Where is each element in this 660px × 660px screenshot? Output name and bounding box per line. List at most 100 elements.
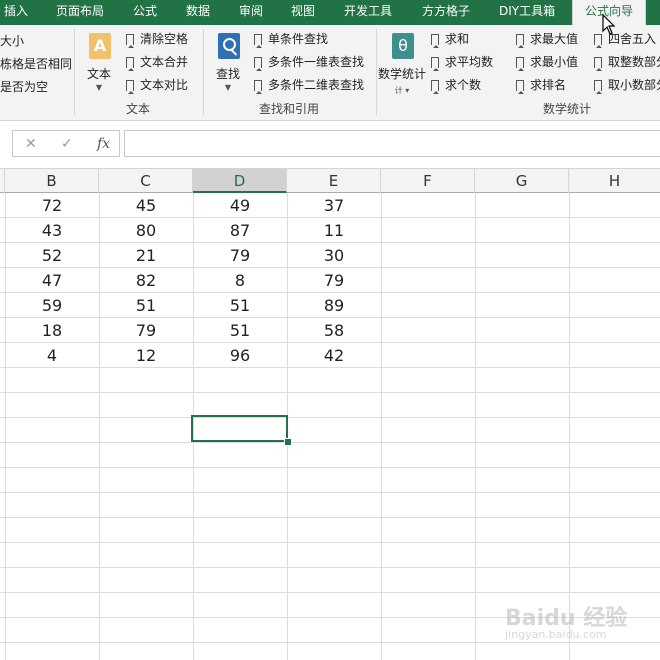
bookmark-icon — [254, 80, 262, 94]
cell-e1[interactable]: 37 — [287, 193, 381, 218]
cell-e5[interactable]: 89 — [287, 293, 381, 318]
cell-b3[interactable]: 52 — [5, 243, 99, 268]
tab-page-layout[interactable]: 页面布局 — [56, 0, 104, 25]
tab-fangfang-gezi[interactable]: 方方格子 — [422, 0, 470, 25]
cell-grid[interactable]: 72 45 49 37 43 80 87 11 52 21 79 30 47 8… — [0, 193, 660, 660]
bookmark-icon — [594, 80, 602, 94]
lookup-group-label: 查找和引用 — [259, 102, 320, 116]
multi-condition-1d-lookup-button[interactable]: 多条件一维表查找 — [254, 53, 364, 71]
tab-formulas[interactable]: 公式 — [133, 0, 157, 25]
cell-d3[interactable]: 79 — [193, 243, 287, 268]
text-big-button[interactable]: A 文本 ▼ — [79, 31, 119, 93]
ribbon-item-same-cell[interactable]: 栋格是否相同 — [0, 55, 72, 72]
bookmark-icon — [126, 80, 134, 94]
column-header-c[interactable]: C — [99, 169, 193, 193]
cell-c3[interactable]: 21 — [99, 243, 193, 268]
cell-c7[interactable]: 12 — [99, 343, 193, 368]
cell-b5[interactable]: 59 — [5, 293, 99, 318]
cancel-icon[interactable]: ✕ — [25, 136, 37, 152]
column-header-b[interactable]: B — [5, 169, 99, 193]
average-label: 求平均数 — [445, 55, 494, 69]
tab-insert[interactable]: 插入 — [4, 0, 28, 25]
cell-e6[interactable]: 58 — [287, 318, 381, 343]
insert-function-icon[interactable]: fx — [97, 136, 110, 152]
cell-b1[interactable]: 72 — [5, 193, 99, 218]
max-button[interactable]: 求最大值 — [516, 30, 578, 48]
lookup-dropdown-caret: ▼ — [224, 83, 232, 92]
bookmark-icon — [431, 57, 439, 71]
tab-view[interactable]: 视图 — [291, 0, 315, 25]
cell-c6[interactable]: 79 — [99, 318, 193, 343]
sum-label: 求和 — [445, 32, 470, 46]
text-merge-label: 文本合并 — [140, 55, 189, 69]
cell-d4[interactable]: 8 — [193, 268, 287, 293]
cell-d5[interactable]: 51 — [193, 293, 287, 318]
sum-button[interactable]: 求和 — [431, 30, 469, 48]
bookmark-icon — [126, 57, 134, 71]
bookmark-icon — [594, 57, 602, 71]
lookup-big-label: 查找 — [215, 67, 240, 81]
enter-icon[interactable]: ✓ — [61, 136, 73, 152]
cell-d2[interactable]: 87 — [193, 218, 287, 243]
cell-c4[interactable]: 82 — [99, 268, 193, 293]
math-stats-big-button[interactable]: θ 数学统计 计 ▾ — [378, 31, 426, 95]
cell-d1[interactable]: 49 — [193, 193, 287, 218]
tab-diy-toolbox[interactable]: DIY工具箱 — [499, 0, 555, 25]
multi-condition-2d-lookup-button[interactable]: 多条件二维表查找 — [254, 76, 364, 94]
integer-part-button[interactable]: 取整数部分 — [594, 53, 660, 71]
text-dropdown-caret: ▼ — [95, 83, 103, 92]
average-button[interactable]: 求平均数 — [431, 53, 493, 71]
lookup-big-button[interactable]: 查找 ▼ — [208, 31, 248, 93]
count-label: 求个数 — [445, 78, 482, 92]
cell-b7[interactable]: 4 — [5, 343, 99, 368]
bookmark-icon — [254, 34, 262, 48]
tab-data[interactable]: 数据 — [186, 0, 210, 25]
cell-b6[interactable]: 18 — [5, 318, 99, 343]
tab-review[interactable]: 审阅 — [239, 0, 263, 25]
clear-spaces-button[interactable]: 清除空格 — [126, 30, 188, 48]
bookmark-icon — [431, 34, 439, 48]
text-icon: A — [89, 33, 111, 59]
ribbon-item-size[interactable]: 大小 — [0, 32, 24, 49]
column-header-h[interactable]: H — [569, 169, 660, 193]
cell-e3[interactable]: 30 — [287, 243, 381, 268]
cell-e7[interactable]: 42 — [287, 343, 381, 368]
single-condition-lookup-button[interactable]: 单条件查找 — [254, 30, 328, 48]
grid-line — [381, 193, 382, 660]
text-merge-button[interactable]: 文本合并 — [126, 53, 188, 71]
min-label: 求最小值 — [530, 55, 579, 69]
rank-label: 求排名 — [530, 78, 567, 92]
bookmark-icon — [516, 34, 524, 48]
decimal-part-label: 取小数部分 — [608, 78, 660, 92]
column-header-d[interactable]: D — [193, 169, 287, 193]
column-header-g[interactable]: G — [475, 169, 569, 193]
formula-input[interactable] — [124, 130, 660, 157]
ribbon-tab-bar: 插入 页面布局 公式 数据 审阅 视图 开发工具 方方格子 DIY工具箱 公式向… — [0, 0, 660, 26]
cell-c1[interactable]: 45 — [99, 193, 193, 218]
column-headers: B C D E F G H — [0, 168, 660, 193]
cell-b2[interactable]: 43 — [5, 218, 99, 243]
bookmark-icon — [516, 57, 524, 71]
cell-e2[interactable]: 11 — [287, 218, 381, 243]
column-header-e[interactable]: E — [287, 169, 381, 193]
cell-c5[interactable]: 51 — [99, 293, 193, 318]
cell-c2[interactable]: 80 — [99, 218, 193, 243]
tab-developer[interactable]: 开发工具 — [344, 0, 392, 25]
min-button[interactable]: 求最小值 — [516, 53, 578, 71]
grid-line — [475, 193, 476, 660]
cell-b4[interactable]: 47 — [5, 268, 99, 293]
ribbon-item-is-empty[interactable]: 是否为空 — [0, 78, 48, 95]
cell-e4[interactable]: 79 — [287, 268, 381, 293]
single-condition-lookup-label: 单条件查找 — [268, 32, 329, 46]
decimal-part-button[interactable]: 取小数部分 — [594, 76, 660, 94]
baidu-watermark: Baidu 经验 jingyan.baidu.com — [505, 600, 655, 645]
rank-button[interactable]: 求排名 — [516, 76, 566, 94]
cell-d6[interactable]: 51 — [193, 318, 287, 343]
multi-condition-1d-lookup-label: 多条件一维表查找 — [268, 55, 365, 69]
text-compare-button[interactable]: 文本对比 — [126, 76, 188, 94]
cell-d7[interactable]: 96 — [193, 343, 287, 368]
fill-handle[interactable] — [284, 438, 292, 446]
count-button[interactable]: 求个数 — [431, 76, 481, 94]
selected-cell[interactable] — [191, 415, 288, 442]
column-header-f[interactable]: F — [381, 169, 475, 193]
